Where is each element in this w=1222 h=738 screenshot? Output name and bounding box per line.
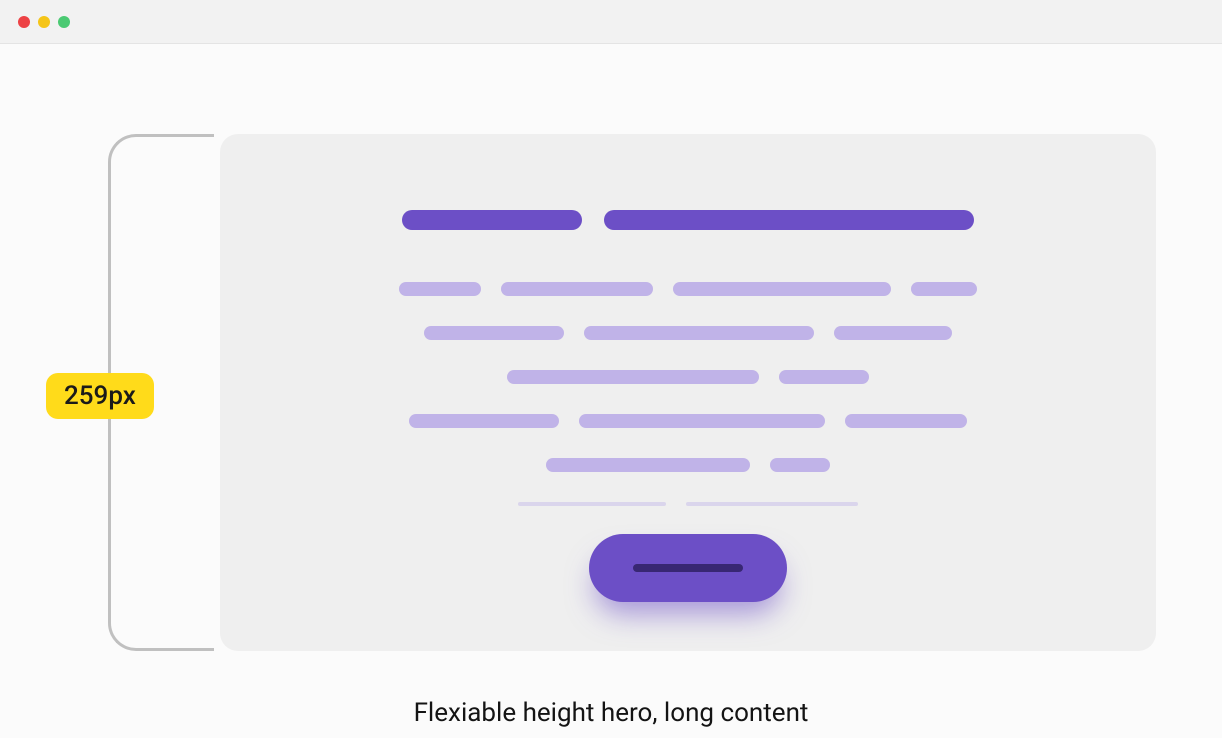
text-bar — [686, 502, 858, 506]
text-bar — [770, 458, 830, 472]
hero-heading-placeholder — [402, 210, 974, 230]
text-bar — [546, 458, 750, 472]
heading-bar — [402, 210, 582, 230]
cta-label-placeholder — [633, 564, 743, 572]
hero-card — [220, 134, 1156, 651]
minimize-icon[interactable] — [38, 16, 50, 28]
text-bar — [584, 326, 814, 340]
text-bar — [779, 370, 869, 384]
text-bar — [424, 326, 564, 340]
text-bar — [845, 414, 967, 428]
close-icon[interactable] — [18, 16, 30, 28]
text-bar — [399, 282, 481, 296]
text-bar — [518, 502, 666, 506]
text-bar — [507, 370, 759, 384]
text-line — [409, 414, 967, 428]
text-line — [424, 326, 952, 340]
maximize-icon[interactable] — [58, 16, 70, 28]
text-bar — [579, 414, 825, 428]
hero-body-placeholder — [399, 282, 977, 506]
text-line — [507, 370, 869, 384]
figure-caption: Flexiable height hero, long content — [0, 698, 1222, 728]
window-titlebar — [0, 0, 1222, 44]
text-bar — [911, 282, 977, 296]
diagram-stage: 259px Flexiable height hero, long conten… — [0, 44, 1222, 738]
height-measurement-badge: 259px — [46, 373, 154, 419]
text-bar — [501, 282, 653, 296]
text-line — [546, 458, 830, 472]
heading-bar — [604, 210, 974, 230]
cta-button[interactable] — [589, 534, 787, 602]
text-bar — [409, 414, 559, 428]
text-line — [399, 282, 977, 296]
text-bar — [834, 326, 952, 340]
text-line-faded — [518, 502, 858, 506]
text-bar — [673, 282, 891, 296]
